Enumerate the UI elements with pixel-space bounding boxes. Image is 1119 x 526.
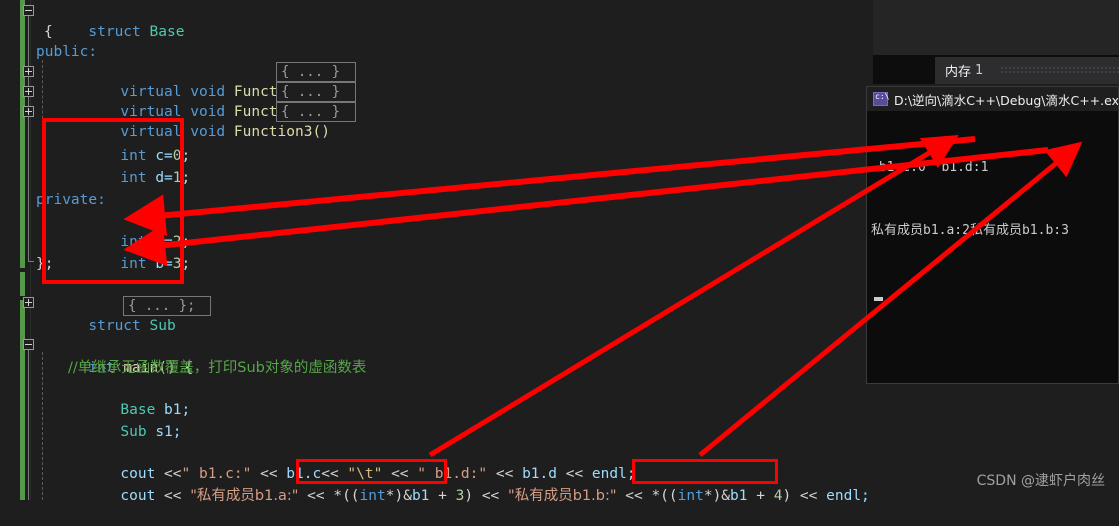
keyword-void: void [190,124,226,140]
console-cursor [874,297,883,301]
tab-memory-label: 内存 [945,65,972,80]
console-output: b1.c:0 b1.d:1 私有成员b1.a:2私有成员b1.b:3 [867,111,1118,343]
insert-operator: << [799,488,818,504]
console-window[interactable]: D:\逆向\滴水C++\Debug\滴水C++.exe b1.c:0 b1.d:… [866,86,1119,384]
insert-operator: << [481,488,500,504]
type-sub: Sub [149,318,176,334]
var-s1: s1; [155,424,182,440]
code-line-comment: //单继承无函数覆盖，打印Sub对象的虚函数表 [68,360,367,376]
tab-strip-dots [1000,66,1119,75]
insert-operator: << [625,488,643,504]
screenshot-root: 内存 1 struct Base { public: virtual void … [0,0,1119,504]
cout-stream: cout [120,488,156,504]
tab-memory-number: 1 [975,63,984,78]
console-titlebar[interactable]: D:\逆向\滴水C++\Debug\滴水C++.exe [867,87,1118,111]
console-output-line-1: b1.c:0 b1.d:1 [871,160,989,175]
annotation-box-members [42,118,184,284]
string-private-a-label: "私有成员b1.a:" [190,488,299,504]
keyword-struct: struct [88,24,141,40]
string-private-b-label: "私有成员b1.b:" [508,488,617,504]
keyword-struct: struct [88,318,141,334]
annotation-box-expr-plus4 [632,459,778,484]
collapsed-body-function1[interactable]: { ... } [276,62,356,82]
console-title-text: D:\逆向\滴水C++\Debug\滴水C++.exe [894,92,1118,108]
type-sub: Sub [120,424,147,440]
endl-2: endl; [826,488,870,504]
collapsed-body-function2[interactable]: { ... } [276,82,356,102]
csdn-watermark: CSDN @逮虾户肉丝 [976,473,1105,489]
fn-function3: Function3() [233,124,330,140]
type-base: Base [149,24,185,40]
annotation-box-expr-plus3 [296,459,447,484]
console-output-line-2: 私有成员b1.a:2私有成员b1.b:3 [871,223,1069,238]
collapsed-body-function3[interactable]: { ... } [276,102,356,122]
code-line-public: public: [36,44,98,60]
expr-int-ptr-plus4: *((int*)&b1 + 4) [651,488,792,504]
tool-window-strip [873,0,1119,55]
insert-operator: << [164,488,182,504]
collapsed-body-struct-sub[interactable]: { ... }; [123,296,211,316]
console-app-icon [873,92,889,106]
insert-operator: << [307,488,325,504]
expr-int-ptr-plus3: *((int*)&b1 + 3) [333,488,474,504]
code-line-open-brace: { [44,24,53,40]
